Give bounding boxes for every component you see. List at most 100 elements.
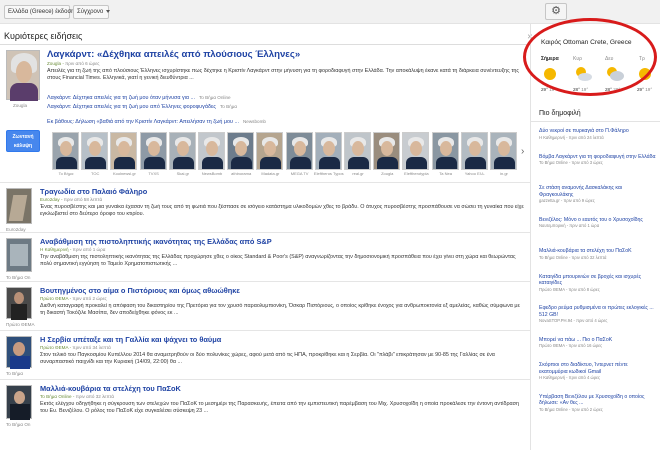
story-3-headline[interactable]: Βουτηγμένος στο αίμα ο Πιστόριους και όμ… — [40, 286, 240, 295]
related-link-2-text[interactable]: Λαγκάρντ: Δέχτηκα απειλές για τη ζωή μου… — [47, 104, 216, 110]
related-link-3-source: Newsbomb — [242, 119, 266, 124]
strip-thumbnail-caption[interactable]: TVXS — [138, 171, 170, 176]
story-5-image-caption: Το Βήμα Οn — [6, 422, 31, 427]
popular-item-meta: Το Βήμα Online - πριν από 2 ώρες — [539, 406, 603, 412]
strip-thumbnail-caption[interactable]: Eleftherotypia — [400, 171, 432, 176]
top-story-headline[interactable]: Λαγκάρντ: «Δέχθηκα απειλές από πλούσιους… — [47, 49, 300, 60]
popular-item-title[interactable]: Μαλλιά-κουβάρια τα στελέχη του ΠαΣοΚ — [539, 248, 657, 255]
strip-thumbnail-caption[interactable]: MEGA TV — [284, 171, 316, 176]
edition-dropdown[interactable]: Ελλάδα (Greece) έκδοση — [4, 5, 82, 19]
story-2-headline[interactable]: Αναβάθμιση της πιστοληπτικής ικανότητας … — [40, 237, 272, 246]
related-link-2[interactable]: Λαγκάρντ: Δέχτηκα απειλές για τη ζωή μου… — [47, 104, 237, 110]
related-link-3-text[interactable]: Εκ βάθους: Δήλωση «βαθιά από την Κριστίν… — [47, 119, 239, 125]
strip-thumbnail[interactable] — [227, 132, 255, 170]
strip-thumbnail-caption[interactable]: in.gr — [488, 171, 520, 176]
popular-item-title[interactable]: Εφεδρο ρεύμα ρυθμισμένα οι πρώτες εκλογι… — [539, 305, 657, 318]
popular-item-title[interactable]: Δύο νεκροί σε πυρκαγιά στο Π.Φάληρο — [539, 128, 657, 135]
story-3-image[interactable] — [6, 287, 32, 320]
story-4-source[interactable]: Πρώτο ΘΕΜΑ — [40, 345, 68, 350]
popular-item-title[interactable]: Υπέρβαση Βενιζέλου με Χρυσοχοΐδη ο οποίο… — [539, 394, 657, 407]
story-divider — [0, 330, 530, 331]
news-main: Zougla Λαγκάρντ: «Δέχθηκα απειλές από πλ… — [0, 46, 530, 450]
strip-thumbnail[interactable] — [285, 132, 313, 170]
story-1-image[interactable] — [6, 188, 32, 224]
popular-item[interactable]: Μαλλιά-κουβάρια τα στελέχη του ΠαΣοΚ Το Β… — [539, 248, 657, 261]
popular-item[interactable]: Καταιγίδα μπουρινιών σε βροχές και ισχυρ… — [539, 274, 657, 293]
strip-thumbnail[interactable] — [81, 132, 109, 170]
top-story-source[interactable]: Zougla — [47, 61, 61, 66]
strip-thumbnail[interactable] — [490, 132, 517, 170]
strip-thumbnail-caption[interactable]: NewsBomb — [196, 171, 228, 176]
popular-item[interactable]: Βόμβα Λαγκάρντ για τη φοροδιαφυγή στην Ε… — [539, 154, 657, 167]
story-1-meta: Euro2day - πριν από 58 λεπτά — [40, 197, 103, 202]
strip-thumbnail-caption[interactable]: athinorama — [225, 171, 257, 176]
chevron-right-icon[interactable]: › — [521, 146, 524, 157]
strip-thumbnail[interactable] — [373, 132, 401, 170]
popular-item[interactable]: Δύο νεκροί σε πυρκαγιά στο Π.Φάληρο Η Καθ… — [539, 128, 657, 141]
story-2-image[interactable] — [6, 238, 32, 272]
story-1-time: πριν από 58 λεπτά — [63, 197, 103, 202]
related-link-3[interactable]: Εκ βάθους: Δήλωση «βαθιά από την Κριστίν… — [47, 119, 266, 125]
settings-button[interactable]: ⚙ — [545, 3, 567, 20]
strip-thumbnail-caption[interactable]: Madata.gr — [254, 171, 286, 176]
strip-thumbnail-caption[interactable]: Ta Nea — [430, 171, 462, 176]
popular-item-meta: NovaSTOP.PH.94 - πριν από 4 ώρες — [539, 318, 608, 324]
popular-item-title[interactable]: Βόμβα Λαγκάρντ για τη φοροδιαφυγή στην Ε… — [539, 154, 657, 161]
popular-item-title[interactable]: Βενιζέλος: Μόνο ο εαυτός του ο Χρυσοχοΐδ… — [539, 217, 657, 224]
strip-thumbnail-caption[interactable]: TOC — [79, 171, 111, 176]
strip-thumbnail[interactable] — [256, 132, 284, 170]
story-5-snippet: Εκτός ελέγχου οδηγήθηκε η σύγκρουση των … — [40, 401, 519, 415]
strip-thumbnail[interactable] — [314, 132, 342, 170]
popular-item[interactable]: Βενιζέλος: Μόνο ο εαυτός του ο Χρυσοχοΐδ… — [539, 217, 657, 230]
popular-item[interactable]: Υπέρβαση Βενιζέλου με Χρυσοχοΐδη ο οποίο… — [539, 394, 657, 413]
popular-item-title[interactable]: Μπορεί να πάω ... Πιο ο ΠαΣοΚ — [539, 337, 657, 344]
strip-thumbnail[interactable] — [460, 132, 488, 170]
story-2-source[interactable]: Η Καθημερινή — [40, 247, 69, 252]
live-coverage-button[interactable]: Ζωντανή κάλυψη — [6, 130, 40, 152]
story-4-headline[interactable]: Η Σερβία υπέταξε και τη Γαλλία και ψάχνε… — [40, 335, 221, 344]
strip-thumbnail-caption[interactable]: Yahoo Ελλ. — [459, 171, 491, 176]
strip-thumbnail-caption[interactable]: Zougla — [371, 171, 403, 176]
popular-item[interactable]: Εφεδρο ρεύμα ρυθμισμένα οι πρώτες εκλογι… — [539, 305, 657, 324]
story-1-source[interactable]: Euro2day — [40, 197, 60, 202]
top-story-image[interactable] — [6, 50, 40, 101]
story-divider — [0, 379, 530, 380]
popular-item[interactable]: Σκόρπιοι στο διαδίκτυο, Ίντερνετ πέντε ε… — [539, 362, 657, 381]
strip-thumbnail[interactable] — [110, 132, 138, 170]
section-title: Κυριότερες ειδήσεις — [4, 31, 83, 41]
story-4-snippet: Στον τελικό του Παγκοσμίου Κυπέλλου 2014… — [40, 352, 495, 366]
story-4-image[interactable] — [6, 336, 32, 369]
story-1-headline[interactable]: Τραγωδία στο Παλαιό Φάληρο — [40, 187, 147, 196]
story-5-headline[interactable]: Μαλλιά-κουβάρια τα στελέχη του ΠαΣοΚ — [40, 384, 181, 393]
strip-thumbnail[interactable] — [52, 132, 79, 170]
strip-thumbnail-caption[interactable]: Eleftheros Typos — [313, 171, 345, 176]
strip-thumbnail-caption[interactable]: Το Βήμα — [50, 171, 82, 176]
strip-thumbnail-caption[interactable]: real.gr — [342, 171, 374, 176]
popular-title: Πιο δημοφιλή — [539, 110, 581, 117]
popular-item-title[interactable]: Καταιγίδα μπουρινιών σε βροχές και ισχυρ… — [539, 274, 657, 287]
popular-item-title[interactable]: Σε στάση αναμονής Δασκαλάκης και Φραγκου… — [539, 185, 657, 198]
story-3-source[interactable]: Πρώτο ΘΕΜΑ — [40, 296, 68, 301]
related-link-1[interactable]: Λαγκάρντ: Δέχτηκα απειλές για τη ζωή μου… — [47, 95, 231, 101]
story-5-image[interactable] — [6, 385, 32, 420]
top-story-time: πριν από 6 ώρες — [65, 61, 100, 66]
strip-thumbnail[interactable] — [198, 132, 225, 170]
popular-item-title[interactable]: Σκόρπιοι στο διαδίκτυο, Ίντερνετ πέντε ε… — [539, 362, 657, 375]
popular-item[interactable]: Μπορεί να πάω ... Πιο ο ΠαΣοΚ Πρώτο ΘΕΜΑ … — [539, 337, 657, 350]
related-link-1-text[interactable]: Λαγκάρντ: Δέχτηκα απειλές για τη ζωή μου… — [47, 95, 195, 101]
story-5-source[interactable]: Το Βήμα Online — [40, 394, 72, 399]
strip-thumbnail-caption[interactable]: Koolnewsl.gr — [108, 171, 140, 176]
strip-thumbnail[interactable] — [431, 132, 459, 170]
strip-thumbnail-caption[interactable]: Skai.gr — [167, 171, 199, 176]
top-story-image-caption: Zougla — [13, 103, 28, 108]
strip-thumbnail[interactable] — [402, 132, 430, 170]
strip-thumbnail[interactable] — [168, 132, 196, 170]
strip-thumbnail[interactable] — [139, 132, 167, 170]
strip-thumbnail[interactable] — [344, 132, 371, 170]
sort-dropdown[interactable]: Σύγχρονο — [73, 5, 111, 19]
popular-item-meta: Ναυτεμπορική - πριν από 1 ώρα — [539, 223, 600, 229]
image-strip: Το Βήμα TOC Koolnewsl.gr TVXS Skai.gr NewsBom… — [52, 132, 520, 178]
popular-item[interactable]: Σε στάση αναμονής Δασκαλάκης και Φραγκου… — [539, 185, 657, 204]
story-2-image-caption: Το Βήμα Οn — [6, 275, 31, 280]
edition-dropdown-label: Ελλάδα (Greece) έκδοση — [8, 9, 75, 15]
